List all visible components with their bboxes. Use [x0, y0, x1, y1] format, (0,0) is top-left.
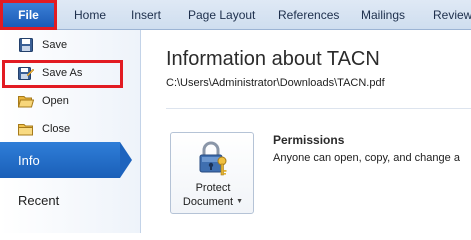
lock-key-icon: [197, 141, 229, 177]
tab-mailings[interactable]: Mailings: [361, 0, 405, 29]
save-icon: [18, 37, 34, 53]
tab-references[interactable]: References: [278, 0, 339, 29]
menu-item-close[interactable]: Close: [0, 117, 141, 141]
divider: [166, 108, 471, 109]
highlight-box-save-as: [2, 60, 123, 88]
menu-item-label: Save: [42, 39, 68, 51]
page-title: Information about TACN: [166, 48, 380, 70]
open-folder-icon: [18, 93, 34, 109]
protect-document-label: Protect Document ▼: [171, 181, 255, 209]
menu-item-open[interactable]: Open: [0, 89, 141, 113]
tab-page-layout[interactable]: Page Layout: [188, 0, 255, 29]
protect-label-line1: Protect: [195, 182, 231, 194]
selected-arrow-indicator: [120, 142, 132, 178]
menu-item-recent[interactable]: Recent: [0, 188, 130, 212]
tab-home[interactable]: Home: [74, 0, 106, 29]
permissions-title: Permissions: [273, 133, 345, 147]
tab-insert[interactable]: Insert: [131, 0, 161, 29]
file-path: C:\Users\Administrator\Downloads\TACN.pd…: [166, 77, 385, 89]
protect-label-line2: Document: [182, 196, 234, 208]
file-tab[interactable]: File: [0, 0, 57, 30]
menu-item-info[interactable]: Info: [0, 142, 120, 178]
menu-item-label: Open: [42, 95, 69, 107]
info-pane: Information about TACN C:\Users\Administ…: [142, 30, 471, 233]
tab-review[interactable]: Review: [433, 0, 471, 29]
protect-document-button[interactable]: Protect Document ▼: [170, 132, 254, 214]
chevron-down-icon: ▼: [236, 198, 244, 206]
permissions-description: Anyone can open, copy, and change a: [273, 152, 460, 164]
close-folder-icon: [18, 121, 34, 137]
backstage-nav: Save Save As Open Close Info Recent: [0, 30, 141, 233]
ribbon-tab-bar: File Home Insert Page Layout References …: [0, 0, 471, 30]
menu-item-label: Close: [42, 123, 71, 135]
menu-item-save[interactable]: Save: [0, 33, 141, 57]
